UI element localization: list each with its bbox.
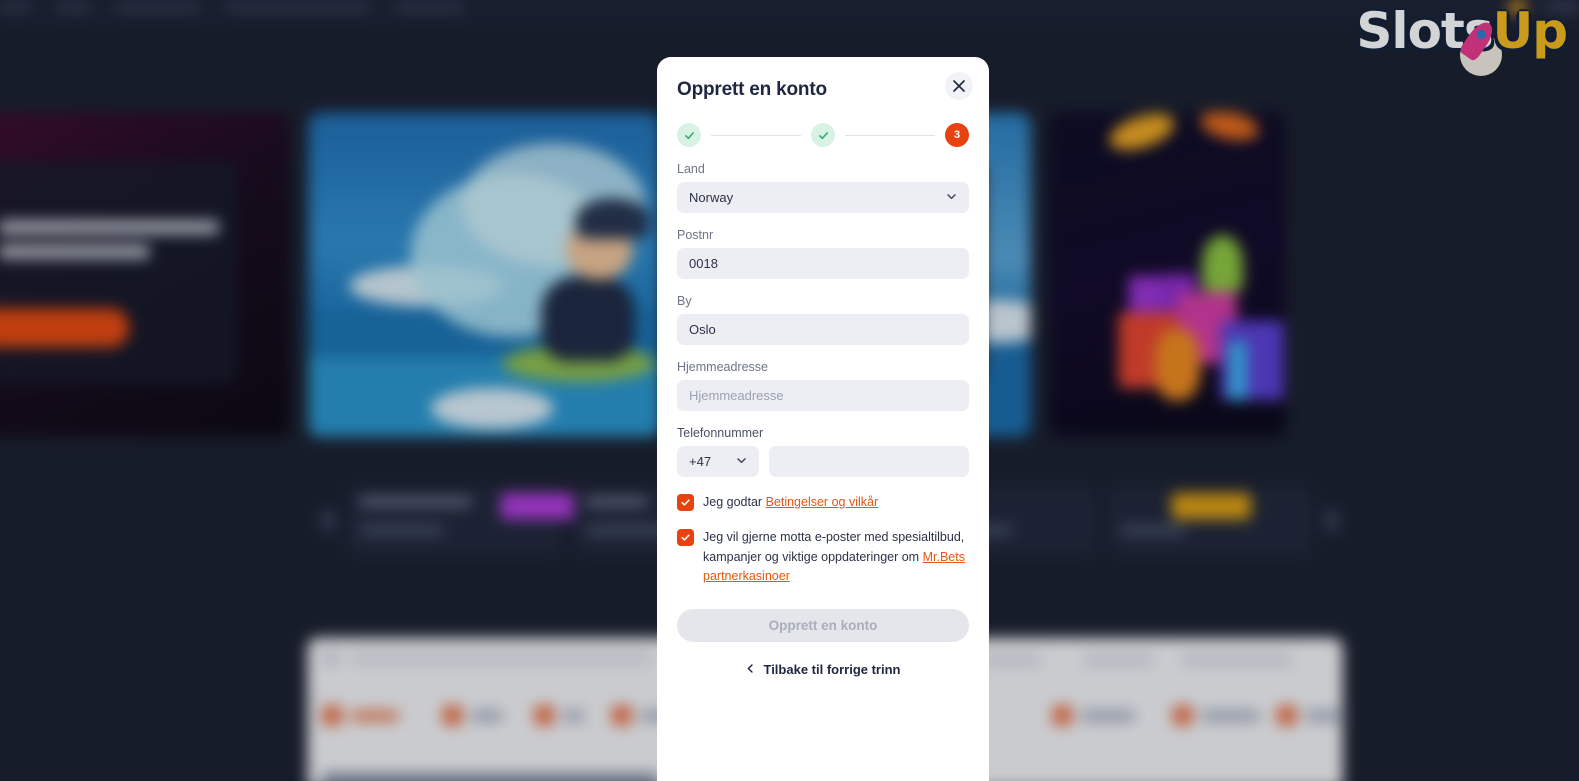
modal-title: Opprett en konto (677, 79, 827, 100)
address-label: Hjemmeadresse (677, 360, 769, 374)
step-indicator-1[interactable] (677, 123, 701, 147)
phone-country-code-select[interactable]: +47 (677, 446, 759, 477)
city-input[interactable] (677, 314, 969, 345)
city-label: By (677, 294, 692, 308)
terms-row: Jeg godtar Betingelser og vilkår (677, 493, 969, 512)
marketing-checkbox[interactable] (677, 529, 694, 547)
back-to-previous-step-link[interactable]: Tilbake til forrige trinn (677, 662, 969, 677)
marketing-row: Jeg vil gjerne motta e-poster med spesia… (677, 528, 969, 586)
create-account-modal: Opprett en konto 3 Land Norway Postnr 00… (657, 57, 989, 781)
chevron-left-icon (745, 662, 756, 677)
address-input[interactable] (677, 380, 969, 411)
signup-stepper: 3 (677, 123, 969, 147)
check-icon (818, 131, 828, 139)
phone-number-input[interactable] (769, 446, 969, 477)
check-icon (681, 534, 690, 542)
check-icon (684, 131, 694, 139)
country-select[interactable]: Norway (677, 182, 969, 213)
terms-checkbox[interactable] (677, 494, 694, 511)
postal-code-input[interactable] (677, 248, 969, 279)
create-account-button[interactable]: Opprett en konto (677, 608, 969, 642)
step-indicator-2[interactable] (811, 123, 835, 147)
terms-link[interactable]: Betingelser og vilkår (766, 495, 879, 509)
terms-text-wrap: Jeg godtar Betingelser og vilkår (703, 493, 878, 512)
chevron-down-icon (945, 190, 958, 206)
step-connector-1 (711, 134, 801, 136)
page-root: SlotsUp Opprett en konto 3 Land Norway P… (0, 0, 1579, 781)
phone-dial-code: +47 (689, 454, 712, 469)
step-connector-2 (845, 134, 935, 136)
terms-text: Jeg godtar (703, 495, 763, 509)
marketing-text-wrap: Jeg vil gjerne motta e-poster med spesia… (703, 528, 969, 586)
country-label: Land (677, 162, 705, 176)
back-label: Tilbake til forrige trinn (763, 661, 901, 677)
chevron-down-icon (735, 454, 748, 470)
country-value: Norway (689, 190, 734, 205)
postal-code-label: Postnr (677, 228, 714, 242)
phone-label: Telefonnummer (677, 426, 764, 440)
phone-row: +47 (677, 446, 969, 477)
check-icon (681, 499, 690, 506)
close-glyph (953, 80, 965, 92)
close-icon[interactable] (945, 72, 973, 100)
step-indicator-3[interactable]: 3 (945, 123, 969, 147)
